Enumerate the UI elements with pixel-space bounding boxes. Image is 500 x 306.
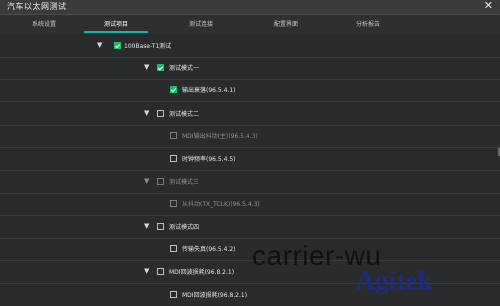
tree-item-label: MDI输出抖动(主)(96.5.4.3) (182, 133, 258, 140)
tab-test-connection[interactable]: 测试连接 (165, 15, 237, 34)
expand-arrow-icon[interactable]: ▼ (144, 222, 149, 230)
tree-row: 从抖动(TX_TCLK)(96.5.4.3) (0, 193, 500, 216)
checkbox[interactable] (114, 42, 121, 49)
test-tree: ▼ 100Base-T1测试 ▼ 测试模式一 输出衰落(96.5.4.1) ▼ … (0, 34, 500, 300)
checkbox (170, 200, 177, 207)
tab-config[interactable]: 配置界面 (250, 15, 322, 34)
checkbox (170, 132, 177, 139)
tree-row[interactable]: ▼ 测试模式四 (0, 216, 500, 239)
title-bar: 汽车以太网测试 ✕ (0, 0, 500, 15)
tree-item-label: MDI回波损耗(96.8.2.1) (169, 269, 235, 276)
tree-row[interactable]: ▼ 测试模式二 (0, 103, 500, 126)
expand-arrow-icon[interactable]: ▼ (97, 41, 102, 49)
tree-row[interactable]: ▼ 100Base-T1测试 (0, 35, 500, 58)
expand-arrow-icon: ▼ (144, 177, 150, 185)
expand-arrow-icon[interactable]: ▼ (144, 267, 149, 275)
window-title: 汽车以太网测试 (7, 2, 67, 11)
tree-item-label: MDI回波损耗(96.8.2.1) (182, 292, 248, 299)
expand-arrow-icon[interactable]: ▼ (144, 63, 149, 71)
tree-row[interactable]: 时钟频率(96.5.4.5) (0, 148, 500, 171)
tree-item-label: 从抖动(TX_TCLK)(96.5.4.3) (182, 201, 260, 208)
tree-row[interactable]: ▼ 测试模式一 (0, 57, 500, 80)
checkbox[interactable] (157, 223, 164, 230)
tab-bar: 系统设置 测试项目 测试连接 配置界面 分析报告 (0, 15, 500, 34)
tree-item-label: 100Base-T1测试 (124, 43, 172, 50)
tab-test-items[interactable]: 测试项目 (80, 15, 152, 34)
tree-item-label: 传输失真(96.5.4.2) (182, 246, 236, 253)
tree-row[interactable]: 传输失真(96.5.4.2) (0, 238, 500, 261)
checkbox[interactable] (170, 155, 177, 162)
checkbox[interactable] (157, 110, 164, 117)
tree-item-label: 测试模式三 (169, 179, 200, 186)
tab-system-settings[interactable]: 系统设置 (8, 15, 80, 34)
tab-report[interactable]: 分析报告 (332, 15, 404, 34)
tree-item-label: 测试模式二 (169, 111, 200, 118)
checkbox (157, 178, 164, 185)
tree-row[interactable]: 输出衰落(96.5.4.1) (0, 79, 500, 102)
tree-item-label: 时钟频率(96.5.4.5) (182, 156, 236, 163)
tree-row: MDI输出抖动(主)(96.5.4.3) (0, 125, 500, 148)
tree-item-label: 测试模式一 (169, 65, 200, 72)
checkbox[interactable] (157, 268, 164, 275)
tree-item-label: 测试模式四 (169, 224, 200, 231)
checkbox[interactable] (170, 291, 177, 298)
tree-row: ▼ 测试模式三 (0, 171, 500, 194)
checkbox[interactable] (157, 64, 164, 71)
expand-arrow-icon[interactable]: ▼ (144, 109, 149, 117)
checkbox[interactable] (170, 245, 177, 252)
watermark-logo: Agitek (356, 266, 433, 295)
checkbox[interactable] (170, 86, 177, 93)
tree-item-label: 输出衰落(96.5.4.1) (182, 87, 236, 94)
close-icon[interactable]: ✕ (484, 0, 493, 12)
